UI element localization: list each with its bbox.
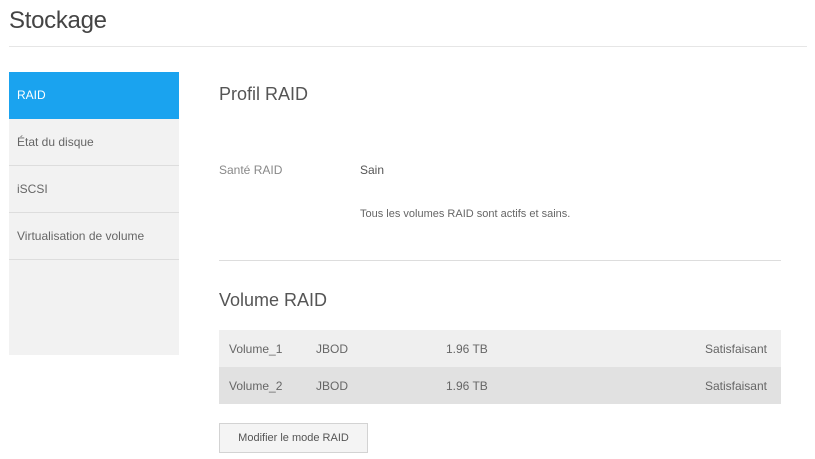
raid-health-description: Tous les volumes RAID sont actifs et sai… (360, 208, 571, 220)
raid-health-value: Sain (360, 163, 385, 177)
raid-volume-table: Volume_1 JBOD 1.96 TB Satisfaisant Volum… (219, 330, 781, 404)
volume-size: 1.96 TB (446, 342, 488, 356)
volume-type: JBOD (316, 379, 349, 393)
table-row[interactable]: Volume_1 JBOD 1.96 TB Satisfaisant (219, 330, 781, 367)
modify-raid-mode-button[interactable]: Modifier le mode RAID (219, 423, 368, 453)
sidebar-item-volume-virtualization[interactable]: Virtualisation de volume (9, 213, 179, 260)
storage-page: Stockage RAID État du disque iSCSI Virtu… (0, 0, 815, 459)
sidebar: RAID État du disque iSCSI Virtualisation… (9, 72, 179, 355)
volume-name: Volume_1 (229, 342, 283, 356)
sidebar-item-disk-status[interactable]: État du disque (9, 119, 179, 166)
sidebar-item-iscsi[interactable]: iSCSI (9, 166, 179, 213)
section-divider (219, 260, 781, 261)
sidebar-item-raid[interactable]: RAID (9, 72, 179, 119)
title-divider (9, 46, 807, 47)
volume-status: Satisfaisant (704, 379, 767, 393)
volume-size: 1.96 TB (446, 379, 488, 393)
raid-health-label: Santé RAID (219, 163, 283, 177)
raid-volume-title: Volume RAID (219, 290, 328, 310)
table-row[interactable]: Volume_2 JBOD 1.96 TB Satisfaisant (219, 367, 781, 404)
volume-status: Satisfaisant (704, 342, 767, 356)
page-title: Stockage (9, 7, 107, 34)
raid-profile-title: Profil RAID (219, 84, 309, 104)
volume-type: JBOD (316, 342, 349, 356)
volume-name: Volume_2 (229, 379, 283, 393)
